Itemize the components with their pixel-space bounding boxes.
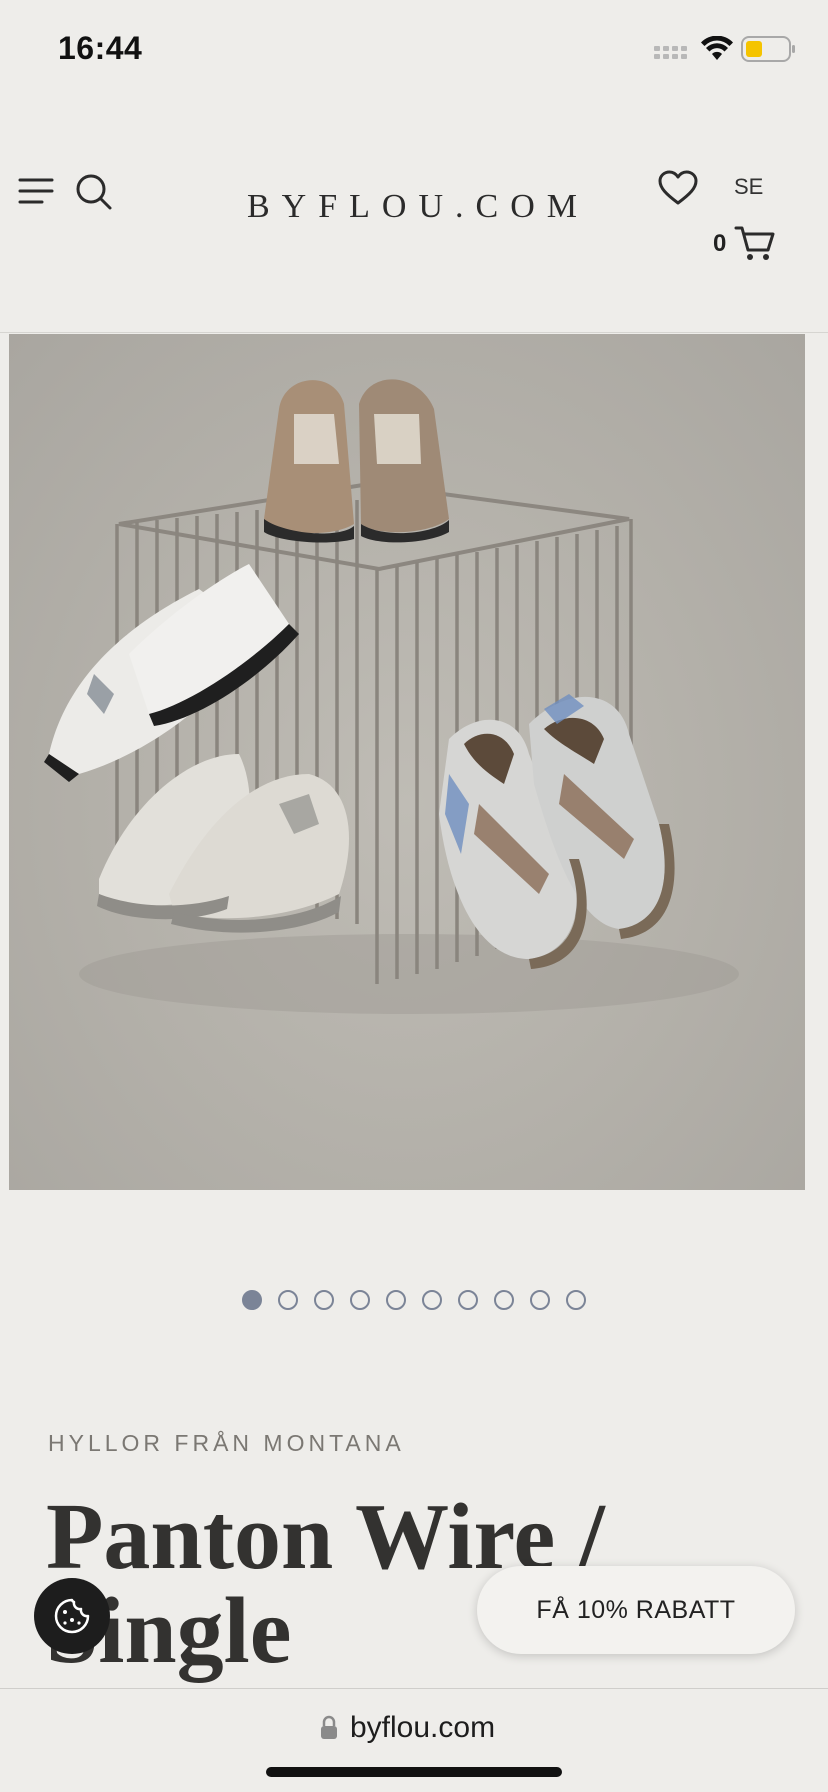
status-bar: 16:44: [0, 0, 828, 100]
heart-icon[interactable]: [658, 170, 698, 206]
wifi-icon: [701, 36, 733, 60]
carousel-dot[interactable]: [314, 1290, 334, 1310]
cart-count: 0: [713, 230, 727, 257]
site-header: BYFLOU.COM SE 0: [0, 100, 828, 333]
discount-button[interactable]: FÅ 10% RABATT: [477, 1566, 795, 1654]
lock-icon: [321, 1715, 337, 1739]
carousel-dot[interactable]: [458, 1290, 478, 1310]
carousel-dot[interactable]: [350, 1290, 370, 1310]
locale-selector[interactable]: SE: [734, 174, 763, 200]
cookie-icon: [54, 1598, 90, 1634]
site-logo[interactable]: BYFLOU.COM: [0, 188, 828, 226]
carousel-dot[interactable]: [386, 1290, 406, 1310]
status-time: 16:44: [58, 30, 143, 66]
carousel-dot[interactable]: [530, 1290, 550, 1310]
carousel-dots: [242, 1290, 586, 1310]
carousel-dot[interactable]: [566, 1290, 586, 1310]
browser-address-bar[interactable]: byflou.com: [0, 1688, 828, 1792]
cookie-settings-button[interactable]: [34, 1578, 110, 1654]
battery-icon: [741, 36, 795, 62]
product-image[interactable]: [9, 334, 805, 1190]
url-text[interactable]: byflou.com: [350, 1711, 495, 1745]
signal-icon: [654, 46, 687, 59]
carousel-dot[interactable]: [278, 1290, 298, 1310]
cart-icon[interactable]: [734, 224, 776, 262]
carousel-dot[interactable]: [494, 1290, 514, 1310]
home-indicator: [266, 1767, 562, 1777]
product-photo-illustration: [44, 379, 739, 1014]
carousel-dot[interactable]: [242, 1290, 262, 1310]
carousel-dot[interactable]: [422, 1290, 442, 1310]
product-brand-line[interactable]: HYLLOR FRÅN MONTANA: [48, 1430, 405, 1457]
